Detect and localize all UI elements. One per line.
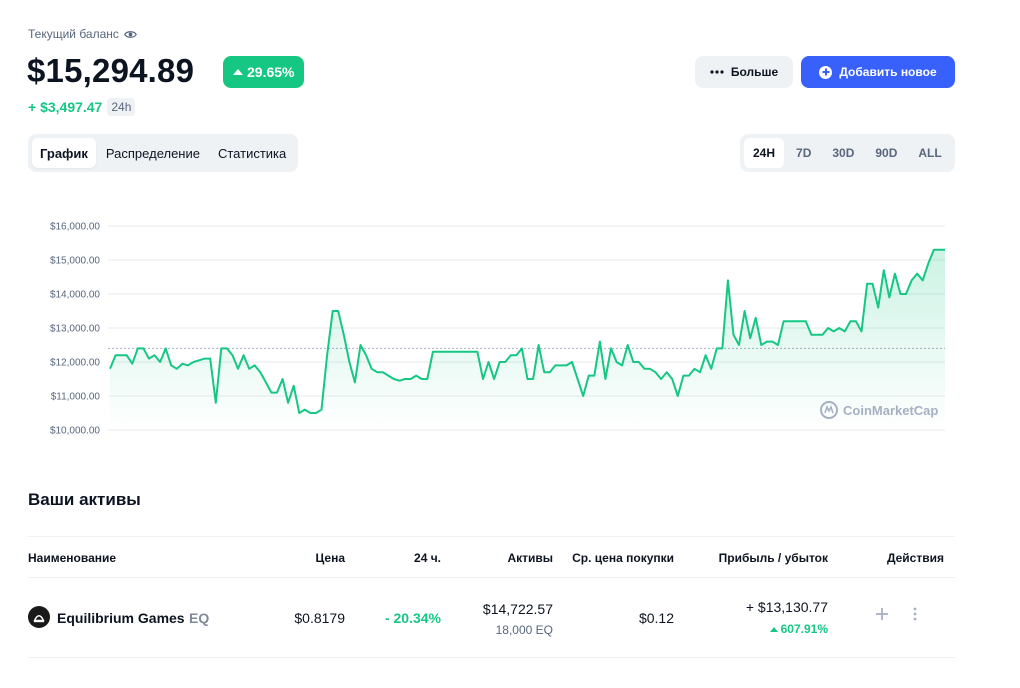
- more-button[interactable]: Больше: [695, 56, 793, 88]
- table-header: Наименование Цена 24 ч. Активы Ср. цена …: [28, 536, 955, 578]
- more-button-label: Больше: [730, 65, 779, 79]
- balance-label: Текущий баланс: [28, 27, 137, 41]
- coin-change-24h: - 20.34%: [384, 610, 441, 626]
- arrow-up-icon: [769, 626, 778, 632]
- range-7d[interactable]: 7D: [787, 138, 820, 168]
- row-divider: [28, 657, 955, 658]
- balance-change-value: 29.65%: [247, 64, 295, 80]
- tab-chart[interactable]: График: [32, 138, 96, 168]
- range-24h[interactable]: 24H: [744, 138, 785, 168]
- y-tick-label: $13,000.00: [50, 324, 100, 335]
- coin-name[interactable]: Equilibrium Games: [57, 610, 185, 626]
- pnl-value: + $3,497.47: [28, 99, 103, 115]
- balance-chart[interactable]: $16,000.00 $15,000.00 $14,000.00 $13,000.00…: [28, 200, 955, 445]
- balance-amount: $15,294.89: [27, 52, 195, 89]
- add-transaction-icon[interactable]: [874, 606, 890, 622]
- col-price[interactable]: Цена: [315, 551, 345, 565]
- y-tick-label: $11,000.00: [51, 392, 101, 403]
- equilibrium-logo-icon: [28, 606, 50, 628]
- coin-symbol: EQ: [189, 610, 210, 626]
- tab-allocation[interactable]: Распределение: [98, 138, 208, 168]
- holdings-quantity: 18,000 EQ: [495, 623, 553, 637]
- pnl-row: + $3,497.47 24h: [28, 98, 136, 116]
- balance-change-badge: 29.65%: [223, 56, 305, 88]
- arrow-up-icon: [233, 69, 243, 75]
- row-pnl-pct: 607.91%: [769, 622, 828, 636]
- assets-table: Наименование Цена 24 ч. Активы Ср. цена …: [28, 536, 955, 578]
- plus-circle-icon: [819, 65, 833, 79]
- pnl-period-badge: 24h: [107, 98, 136, 116]
- coin-price: $0.8179: [294, 610, 345, 626]
- y-tick-label: $10,000.00: [50, 426, 100, 437]
- more-dots-icon: [710, 70, 724, 74]
- col-holdings[interactable]: Активы: [507, 551, 553, 565]
- eye-icon[interactable]: [124, 28, 137, 41]
- y-tick-label: $16,000.00: [50, 222, 100, 233]
- col-avg-price[interactable]: Ср. цена покупки: [572, 551, 674, 565]
- more-vertical-icon[interactable]: [910, 606, 920, 622]
- add-button-label: Добавить новое: [839, 65, 937, 79]
- tab-statistics[interactable]: Статистика: [210, 138, 294, 168]
- assets-title: Ваши активы: [28, 490, 141, 509]
- col-pnl[interactable]: Прибыль / убыток: [719, 551, 828, 565]
- balance-label-text: Текущий баланс: [28, 27, 119, 41]
- range-90d[interactable]: 90D: [866, 138, 906, 168]
- holdings-value: $14,722.57: [482, 601, 553, 617]
- add-new-button[interactable]: Добавить новое: [801, 56, 955, 88]
- y-tick-label: $15,000.00: [50, 256, 100, 267]
- view-tabs: График Распределение Статистика: [28, 134, 299, 172]
- y-tick-label: $14,000.00: [50, 290, 100, 301]
- y-tick-label: $12,000.00: [50, 358, 100, 369]
- col-24h[interactable]: 24 ч.: [414, 551, 441, 565]
- col-actions: Действия: [886, 551, 944, 565]
- row-pnl: + $13,130.77: [745, 599, 828, 615]
- col-name[interactable]: Наименование: [28, 551, 116, 565]
- watermark-text: CoinMarketCap: [843, 403, 938, 418]
- range-tabs: 24H 7D 30D 90D ALL: [740, 134, 955, 172]
- range-all[interactable]: ALL: [909, 138, 950, 168]
- balance-area-fill: [110, 249, 945, 430]
- range-30d[interactable]: 30D: [823, 138, 863, 168]
- row-pnl-pct-value: 607.91%: [780, 622, 828, 636]
- avg-buy-price: $0.12: [638, 610, 674, 626]
